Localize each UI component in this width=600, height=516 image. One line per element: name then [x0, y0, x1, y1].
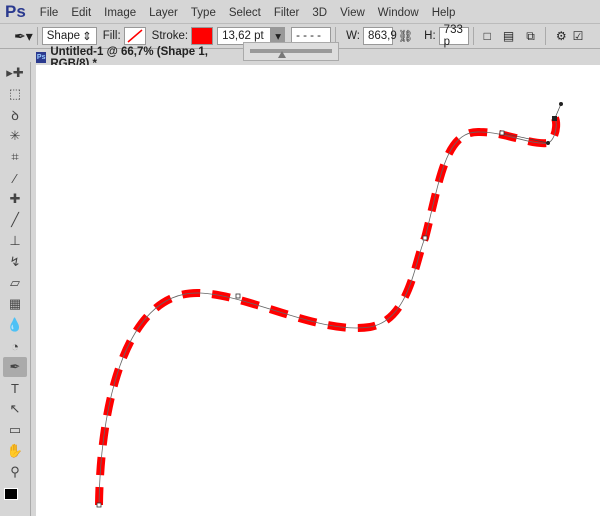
blur-tool-icon[interactable]: 💧 — [3, 315, 27, 335]
lasso-tool-icon[interactable]: ꝺ — [3, 105, 27, 125]
dodge-tool-icon[interactable]: ◔ — [3, 336, 27, 356]
eyedropper-tool-icon[interactable]: ⁄ — [3, 168, 27, 188]
stroke-label: Stroke: — [151, 30, 189, 42]
mode-value: Shape — [46, 30, 81, 42]
fill-label: Fill: — [102, 30, 121, 42]
path-alignment-icon[interactable]: ▤ — [503, 29, 514, 43]
pen-icon[interactable]: ✒▾ — [14, 28, 33, 45]
tools-panel: ▸✚ ⬚ ꝺ ✳ ⌗ ⁄ ✚ ╱ ⊥ ↯ ▱ ▦ 💧 ◔ ✒ T ↖ ▭ ✋ ⚲ — [0, 62, 31, 516]
menu-bar: Ps File Edit Image Layer Type Select Filter 3D V… — [0, 0, 600, 23]
path-arrangement-icon[interactable]: ⧉ — [526, 29, 535, 44]
menu-type[interactable]: Type — [191, 7, 216, 19]
path-select-tool-icon[interactable]: ↖ — [3, 399, 27, 419]
healing-tool-icon[interactable]: ✚ — [3, 189, 27, 209]
stamp-tool-icon[interactable]: ⊥ — [3, 231, 27, 251]
link-icon[interactable]: ⛓ — [398, 29, 413, 43]
color-swatches[interactable] — [4, 488, 18, 500]
marquee-tool-icon[interactable]: ⬚ — [3, 84, 27, 104]
direction-handle[interactable] — [546, 141, 550, 145]
move-tool-icon[interactable]: ▸✚ — [3, 63, 27, 83]
menu-layer[interactable]: Layer — [149, 7, 178, 19]
anchor-point[interactable] — [96, 502, 102, 508]
menu-help[interactable]: Help — [432, 7, 456, 19]
stroke-swatch[interactable] — [191, 27, 214, 45]
width-input[interactable]: 863,9 — [362, 27, 397, 45]
anchor-point[interactable] — [235, 293, 241, 299]
hand-tool-icon[interactable]: ✋ — [3, 441, 27, 461]
selected-anchor-point[interactable] — [552, 116, 557, 121]
menu-edit[interactable]: Edit — [71, 7, 91, 19]
menu-select[interactable]: Select — [229, 7, 261, 19]
menu-filter[interactable]: Filter — [274, 7, 300, 19]
dashed-stroke — [95, 116, 561, 506]
menu-image[interactable]: Image — [104, 7, 136, 19]
magic-wand-tool-icon[interactable]: ✳ — [3, 126, 27, 146]
canvas[interactable] — [36, 65, 600, 516]
rectangle-tool-icon[interactable]: ▭ — [3, 420, 27, 440]
gear-icon[interactable]: ⚙ — [556, 29, 567, 43]
ps-logo: Ps — [5, 1, 26, 21]
shape-path[interactable] — [36, 65, 600, 516]
brush-tool-icon[interactable]: ╱ — [3, 210, 27, 230]
mode-select[interactable]: Shape ⇕ — [41, 27, 97, 45]
ps-doc-icon: Ps — [36, 52, 47, 63]
history-brush-tool-icon[interactable]: ↯ — [3, 252, 27, 272]
fill-swatch[interactable] — [123, 27, 146, 45]
direction-handle[interactable] — [559, 102, 563, 106]
menu-3d[interactable]: 3D — [312, 7, 327, 19]
path-outline — [98, 117, 557, 506]
stroke-width-slider[interactable] — [243, 42, 339, 61]
type-tool-icon[interactable]: T — [3, 378, 27, 398]
document-tab[interactable]: Ps Untitled-1 @ 66,7% (Shape 1, RGB/8) * — [36, 46, 246, 70]
anchor-point[interactable] — [422, 235, 428, 241]
crop-tool-icon[interactable]: ⌗ — [3, 147, 27, 167]
width-label: W: — [346, 30, 360, 42]
path-operations-icon[interactable]: □ — [484, 29, 491, 43]
align-edges-checkbox[interactable]: ☑ — [573, 29, 584, 43]
gradient-tool-icon[interactable]: ▦ — [3, 294, 27, 314]
anchor-point[interactable] — [499, 130, 505, 136]
menu-file[interactable]: File — [40, 7, 59, 19]
menu-window[interactable]: Window — [378, 7, 419, 19]
pen-tool-icon[interactable]: ✒ — [3, 357, 27, 377]
menu-view[interactable]: View — [340, 7, 365, 19]
height-input[interactable]: 733 p — [438, 24, 469, 48]
height-label: H: — [424, 30, 436, 42]
eraser-tool-icon[interactable]: ▱ — [3, 273, 27, 293]
zoom-tool-icon[interactable]: ⚲ — [3, 462, 27, 482]
